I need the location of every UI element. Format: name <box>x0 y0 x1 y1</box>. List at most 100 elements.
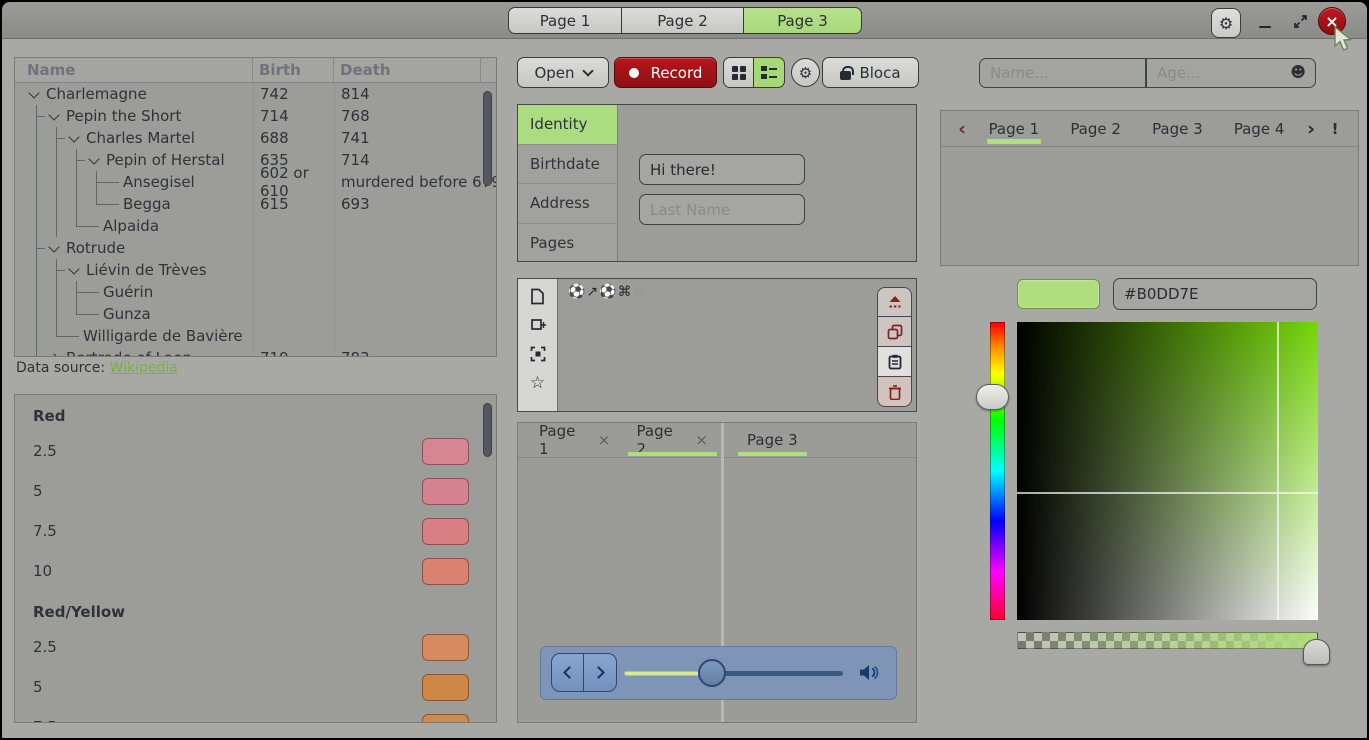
scale-row-label: 10 <box>33 562 52 580</box>
titlebar-tab-page-2[interactable]: Page 2 <box>622 7 744 34</box>
minimize-button[interactable] <box>1256 12 1274 30</box>
focus-icon[interactable] <box>529 345 547 363</box>
paste-button[interactable] <box>877 347 912 377</box>
tree-expander-icon[interactable] <box>87 149 104 171</box>
tab-page-2[interactable]: Page 2 <box>1055 111 1137 147</box>
tree-item-label: Charles Martel <box>86 129 195 147</box>
color-swatch[interactable] <box>422 518 469 545</box>
tree-expander-icon[interactable] <box>27 83 44 105</box>
sidebar-item-identity[interactable]: Identity <box>518 105 617 145</box>
color-swatch[interactable] <box>422 674 469 701</box>
scale-section-title: Red/Yellow <box>15 591 496 627</box>
transform-icon[interactable] <box>529 316 547 334</box>
media-progress-remaining[interactable] <box>712 671 843 676</box>
media-prev-button[interactable] <box>551 653 584 692</box>
maximize-button[interactable] <box>1291 12 1309 30</box>
record-button[interactable]: Record <box>614 57 717 88</box>
tab-close-icon[interactable]: × <box>598 431 611 449</box>
color-swatch[interactable] <box>422 634 469 661</box>
wikipedia-link[interactable]: Wikipedia <box>110 360 178 376</box>
titlebar-gear-button[interactable]: ⚙ <box>1211 8 1241 38</box>
tab-close-icon[interactable]: × <box>695 431 708 449</box>
titlebar-tab-page-3[interactable]: Page 3 <box>744 7 862 34</box>
tree-row[interactable]: Charles Martel688741 <box>15 127 496 149</box>
media-next-button[interactable] <box>584 653 617 692</box>
sidebar-item-birthdate[interactable]: Birthdate <box>518 145 617 185</box>
overflow-indicator[interactable]: ! <box>1322 120 1348 138</box>
tree-row[interactable]: Guérin <box>15 281 496 303</box>
media-slider-handle[interactable] <box>698 659 726 687</box>
textview-content[interactable]: ⚽↗⚽⌘☆ <box>568 284 646 300</box>
last-name-field[interactable] <box>639 194 805 225</box>
scale-row: 2.5 <box>15 627 496 667</box>
tab-page-3[interactable]: Page 3 <box>1137 111 1219 147</box>
hue-slider[interactable] <box>990 322 1005 620</box>
list-scrollbar[interactable] <box>483 403 492 457</box>
saturation-value-plane[interactable] <box>1017 322 1318 620</box>
sidebar-item-address[interactable]: Address <box>518 184 617 224</box>
column-header-name[interactable]: Name <box>15 58 253 82</box>
tree-row[interactable]: Willigarde de Bavière <box>15 325 496 347</box>
color-swatch[interactable] <box>422 714 469 724</box>
column-header-death[interactable]: Death <box>334 58 481 82</box>
first-name-field[interactable] <box>639 154 805 185</box>
tree-item-label: Ansegisel <box>123 173 195 191</box>
identity-sidebar: IdentityBirthdateAddressPages <box>518 105 618 261</box>
tree-row[interactable]: Gunza <box>15 303 496 325</box>
tree-birth-cell: 742 <box>253 85 334 103</box>
color-swatch[interactable] <box>422 478 469 505</box>
color-button[interactable] <box>1017 279 1100 309</box>
record-icon <box>629 68 639 78</box>
hex-color-input[interactable] <box>1113 278 1317 310</box>
tree-row[interactable]: Ansegisel602 or 610murdered before 679 <box>15 171 496 193</box>
open-button[interactable]: Open <box>517 57 609 88</box>
color-swatch[interactable] <box>422 558 469 585</box>
name-input[interactable] <box>979 58 1146 88</box>
hue-slider-handle[interactable] <box>976 384 1009 410</box>
color-swatch[interactable] <box>422 438 469 465</box>
sidebar-item-pages[interactable]: Pages <box>518 224 617 264</box>
tree-row[interactable]: Liévin de Trèves <box>15 259 496 281</box>
tree-scrollbar[interactable] <box>483 91 492 186</box>
alpha-slider-handle[interactable] <box>1303 639 1330 665</box>
tree-connector <box>87 193 121 215</box>
app-window: Page 1Page 2Page 3 ⚙ × <box>0 0 1369 740</box>
grid-view-toggle[interactable] <box>723 57 754 88</box>
tree-expander-icon[interactable] <box>47 237 64 259</box>
settings-round-button[interactable]: ⚙ <box>791 58 820 87</box>
delete-button[interactable] <box>877 377 912 407</box>
copy-button[interactable] <box>877 317 912 347</box>
tree-row[interactable]: Rotrude <box>15 237 496 259</box>
list-view-toggle[interactable] <box>754 57 785 88</box>
tree-row[interactable]: Alpaida <box>15 215 496 237</box>
tab-page-2[interactable]: Page 2× <box>624 423 722 458</box>
family-treeview[interactable]: Name Birth Death Charlemagne742814Pepin … <box>14 57 497 357</box>
new-document-icon[interactable] <box>529 287 547 305</box>
tab-scroll-right-arrow[interactable]: › <box>1300 118 1322 140</box>
upload-button[interactable] <box>877 287 912 317</box>
tree-row[interactable]: Begga615693 <box>15 193 496 215</box>
tree-expander-icon[interactable] <box>67 127 84 149</box>
tab-page-1[interactable]: Page 1× <box>526 423 624 458</box>
tab-page-3[interactable]: Page 3 <box>734 423 811 458</box>
lock-button[interactable]: Bloca <box>822 57 919 88</box>
age-input[interactable] <box>1146 58 1316 88</box>
tree-guide <box>47 149 67 171</box>
titlebar-tab-page-1[interactable]: Page 1 <box>508 7 622 34</box>
tree-row[interactable]: Bertrade of Laon719783 <box>15 347 496 357</box>
alpha-slider[interactable] <box>1017 632 1318 649</box>
color-scales-list[interactable]: Red2.557.510Red/Yellow2.557.5 <box>14 394 497 723</box>
tab-page-4[interactable]: Page 4 <box>1218 111 1300 147</box>
tree-row[interactable]: Charlemagne742814 <box>15 83 496 105</box>
volume-button[interactable] <box>858 663 880 682</box>
column-header-birth[interactable]: Birth <box>253 58 334 82</box>
tree-expander-icon[interactable] <box>67 259 84 281</box>
tree-expander-icon[interactable] <box>47 347 64 357</box>
identity-frame: IdentityBirthdateAddressPages <box>517 104 917 262</box>
tab-page-1[interactable]: Page 1 <box>973 111 1055 147</box>
tab-scroll-left-arrow[interactable]: ‹ <box>951 118 973 140</box>
star-icon[interactable]: ☆ <box>529 374 547 392</box>
tree-expander-icon[interactable] <box>47 105 64 127</box>
tree-row[interactable]: Pepin the Short714768 <box>15 105 496 127</box>
tree-item-label: Guérin <box>103 283 153 301</box>
